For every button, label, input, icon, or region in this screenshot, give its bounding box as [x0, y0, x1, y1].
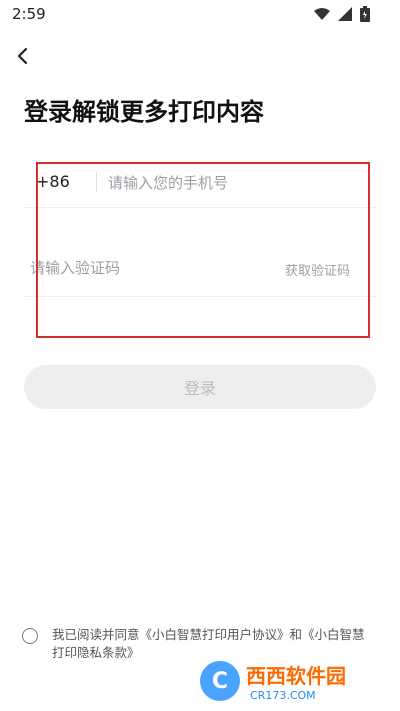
- login-button[interactable]: 登录: [24, 365, 376, 409]
- wifi-icon: [314, 8, 330, 20]
- highlight-box: [36, 162, 370, 338]
- back-button[interactable]: [10, 44, 34, 68]
- watermark-main-text: 西西软件园: [246, 664, 346, 688]
- watermark: C 西西软件园 CR173.COM: [200, 659, 386, 703]
- cellular-signal-icon: [338, 7, 352, 21]
- page-title: 登录解锁更多打印内容: [24, 98, 264, 126]
- status-time: 2:59: [12, 5, 46, 23]
- status-icons: [314, 6, 370, 22]
- watermark-sub-text: CR173.COM: [250, 689, 316, 702]
- battery-icon: [360, 6, 370, 22]
- agreement-text[interactable]: 我已阅读并同意《小白智慧打印用户协议》和《小白智慧打印隐私条款》: [52, 626, 370, 662]
- agreement-checkbox[interactable]: [22, 628, 38, 644]
- status-bar: 2:59: [0, 0, 400, 28]
- chevron-left-icon: [17, 47, 28, 65]
- watermark-logo-icon: C: [200, 661, 240, 701]
